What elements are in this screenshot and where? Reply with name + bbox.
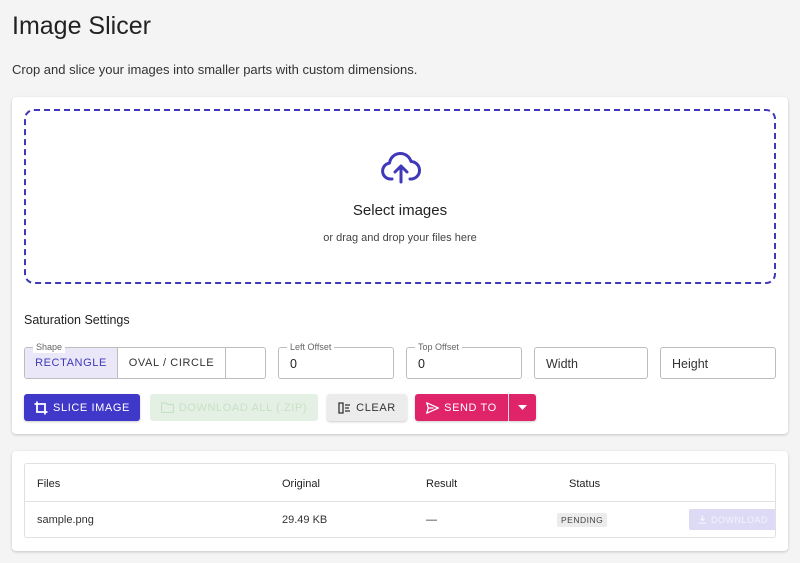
send-to-label: SEND TO	[444, 401, 497, 414]
dropzone-subtitle: or drag and drop your files here	[323, 232, 477, 244]
width-placeholder: Width	[546, 357, 578, 371]
caret-down-icon	[518, 405, 527, 410]
column-header-files: Files	[37, 478, 61, 490]
file-dropzone[interactable]: Select images or drag and drop your file…	[24, 109, 776, 284]
page-title: Image Slicer	[12, 12, 151, 40]
row-download-label: DOWNLOAD	[710, 514, 768, 525]
files-card: Files Original Result Status sample.png …	[12, 451, 788, 551]
page-subtitle: Crop and slice your images into smaller …	[12, 62, 418, 77]
top-offset-legend: Top Offset	[415, 342, 462, 353]
settings-heading: Saturation Settings	[24, 313, 130, 327]
column-header-original: Original	[282, 478, 320, 490]
shape-selector: RECTANGLE OVAL / CIRCLE Shape	[24, 342, 266, 379]
clear-button[interactable]: CLEAR	[327, 394, 407, 421]
top-offset-value: 0	[418, 357, 425, 371]
height-field[interactable]: Height	[660, 347, 776, 379]
send-icon	[426, 401, 440, 414]
slice-image-button[interactable]: SLICE IMAGE	[24, 394, 140, 421]
cloud-upload-icon	[381, 151, 421, 185]
crop-icon	[34, 401, 48, 415]
files-table: Files Original Result Status sample.png …	[24, 463, 776, 538]
download-all-label: DOWNLOAD ALL (.ZIP)	[178, 401, 308, 414]
folder-icon	[160, 402, 174, 413]
table-cell-result: —	[426, 514, 437, 526]
download-all-button[interactable]: DOWNLOAD ALL (.ZIP)	[150, 394, 318, 421]
send-to-button[interactable]: SEND TO	[415, 394, 508, 421]
clear-label: CLEAR	[356, 401, 396, 414]
table-cell-file: sample.png	[37, 514, 94, 526]
top-offset-field[interactable]: Top Offset 0	[406, 342, 522, 379]
slicer-card: Select images or drag and drop your file…	[12, 97, 788, 434]
shape-legend: Shape	[33, 342, 66, 353]
table-divider	[25, 501, 775, 502]
send-to-menu-button[interactable]	[509, 394, 536, 421]
left-offset-legend: Left Offset	[287, 342, 335, 353]
height-placeholder: Height	[672, 357, 709, 371]
dropzone-title: Select images	[352, 202, 448, 219]
width-field[interactable]: Width	[534, 347, 648, 379]
left-offset-field[interactable]: Left Offset 0	[278, 342, 394, 379]
shape-option-oval[interactable]: OVAL / CIRCLE	[118, 348, 226, 378]
clear-list-icon	[338, 401, 351, 414]
download-icon	[698, 515, 707, 524]
row-download-button[interactable]: DOWNLOAD	[689, 509, 775, 530]
column-header-status: Status	[569, 478, 601, 490]
column-header-result: Result	[426, 478, 458, 490]
status-badge: PENDING	[557, 513, 608, 527]
table-cell-original: 29.49 KB	[282, 514, 328, 526]
slice-image-label: SLICE IMAGE	[53, 401, 130, 414]
left-offset-value: 0	[290, 357, 297, 371]
